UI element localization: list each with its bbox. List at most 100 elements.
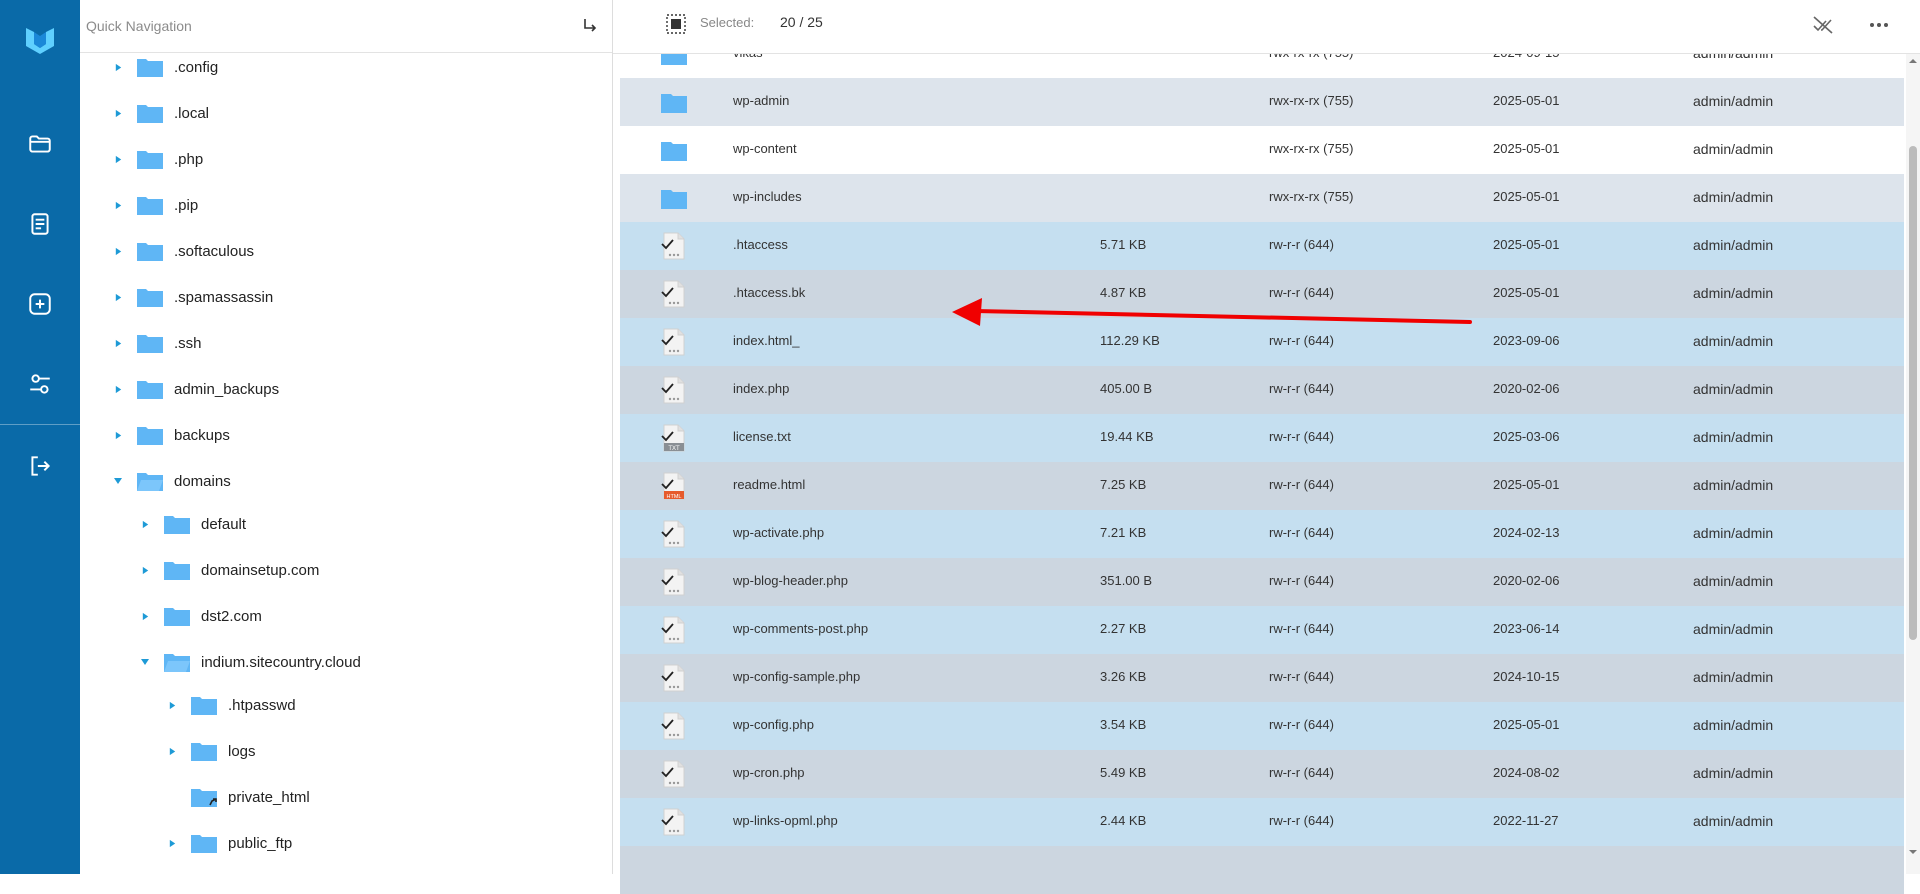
- caret-right-icon[interactable]: [112, 199, 124, 211]
- caret-right-icon[interactable]: [139, 564, 151, 576]
- settings-button[interactable]: [0, 354, 80, 414]
- file-name: wp-activate.php: [733, 525, 825, 540]
- file-row[interactable]: wp-content rwx-rx-rx (755) 2025-05-01 admin…: [620, 126, 1904, 174]
- file-size: 405.00 B: [1100, 381, 1153, 396]
- deselect-all-icon[interactable]: [1811, 13, 1835, 37]
- file-date: 2024-08-02: [1493, 765, 1560, 780]
- file-row[interactable]: [620, 846, 1904, 894]
- tree-item[interactable]: .spamassassin: [112, 282, 273, 312]
- file-name: wp-includes: [733, 189, 802, 204]
- rail-divider: [0, 424, 80, 425]
- tree-item[interactable]: public_ftp: [166, 828, 292, 858]
- file-manager-button[interactable]: [0, 114, 80, 174]
- caret-right-icon[interactable]: [112, 245, 124, 257]
- file-name: wp-config-sample.php: [733, 669, 861, 684]
- file-row[interactable]: wp-links-opml.php 2.44 KB rw-r-r (644) 2022…: [620, 798, 1904, 846]
- file-owner: admin/admin: [1693, 765, 1774, 781]
- folder-icon: [661, 190, 687, 209]
- tree-item[interactable]: admin_backups: [112, 374, 279, 404]
- file-row[interactable]: wp-config.php 3.54 KB rw-r-r (644) 2025-05-…: [620, 702, 1904, 750]
- documents-button[interactable]: [0, 194, 80, 254]
- folder-icon: [136, 424, 164, 446]
- caret-down-icon[interactable]: [112, 475, 124, 487]
- file-row[interactable]: wp-comments-post.php 2.27 KB rw-r-r (644) 2…: [620, 606, 1904, 654]
- file-name: wp-cron.php: [733, 765, 805, 780]
- tree-item-label: dst2.com: [201, 607, 262, 625]
- file-name: wp-blog-header.php: [733, 573, 848, 588]
- quick-navigation-panel: Quick Navigation .config .local .php .pip .s…: [80, 0, 613, 874]
- tree-item[interactable]: .config: [112, 52, 218, 82]
- file-permissions: rw-r-r (644): [1269, 285, 1334, 300]
- scroll-down-arrow-icon[interactable]: [1909, 848, 1917, 856]
- caret-right-icon[interactable]: [139, 518, 151, 530]
- quick-navigation-title: Quick Navigation: [86, 18, 192, 34]
- tree-item[interactable]: .php: [112, 144, 203, 174]
- plus-square-icon: [29, 293, 51, 315]
- file-type-icon: [660, 280, 688, 308]
- file-row[interactable]: index.php 405.00 B rw-r-r (644) 2020-02-06 a…: [620, 366, 1904, 414]
- folder-icon: [190, 832, 218, 854]
- file-size: 351.00 B: [1100, 573, 1153, 588]
- file-row[interactable]: .htaccess.bk 4.87 KB rw-r-r (644) 2025-05-0…: [620, 270, 1904, 318]
- tree-item[interactable]: backups: [112, 420, 230, 450]
- file-icon: [661, 616, 685, 644]
- file-row[interactable]: wp-blog-header.php 351.00 B rw-r-r (644) 20…: [620, 558, 1904, 606]
- caret-right-icon[interactable]: [112, 429, 124, 441]
- file-row[interactable]: wp-cron.php 5.49 KB rw-r-r (644) 2024-08-02…: [620, 750, 1904, 798]
- file-row[interactable]: wp-config-sample.php 3.26 KB rw-r-r (644) 2…: [620, 654, 1904, 702]
- logo-icon[interactable]: [22, 22, 58, 58]
- more-options-icon[interactable]: [1867, 13, 1891, 37]
- file-row[interactable]: wp-activate.php 7.21 KB rw-r-r (644) 2024-0…: [620, 510, 1904, 558]
- tree-item-label: .ssh: [174, 334, 202, 352]
- caret-right-icon[interactable]: [112, 153, 124, 165]
- tree-item[interactable]: indium.sitecountry.cloud: [139, 647, 361, 677]
- logout-button[interactable]: [0, 436, 80, 496]
- tree-item-label: .local: [174, 104, 210, 122]
- file-date: 2025-05-01: [1493, 717, 1560, 732]
- file-name: .htaccess: [733, 237, 788, 252]
- file-type-icon: [660, 376, 688, 404]
- file-permissions: rw-r-r (644): [1269, 525, 1334, 540]
- caret-down-icon[interactable]: [139, 656, 151, 668]
- file-icon: [661, 808, 685, 836]
- create-button[interactable]: [0, 274, 80, 334]
- go-to-arrow-icon[interactable]: [580, 16, 600, 36]
- file-row[interactable]: TXT license.txt 19.44 KB rw-r-r (644) 2025-0…: [620, 414, 1904, 462]
- file-permissions: rwx-rx-rx (755): [1269, 141, 1354, 156]
- caret-right-icon[interactable]: [112, 61, 124, 73]
- tree-item[interactable]: private_html: [166, 782, 310, 812]
- tree-item[interactable]: .pip: [112, 190, 198, 220]
- tree-item[interactable]: domainsetup.com: [139, 555, 319, 585]
- file-list-scrollbar[interactable]: [1906, 54, 1920, 874]
- caret-right-icon[interactable]: [112, 337, 124, 349]
- file-row[interactable]: HTML readme.html 7.25 KB rw-r-r (644) 2025-0…: [620, 462, 1904, 510]
- tree-item[interactable]: .local: [112, 98, 209, 128]
- folder-icon: [136, 102, 164, 124]
- caret-right-icon[interactable]: [166, 699, 178, 711]
- file-owner: admin/admin: [1693, 429, 1774, 445]
- tree-item[interactable]: logs: [166, 736, 256, 766]
- file-icon: [661, 664, 685, 692]
- scroll-up-arrow-icon[interactable]: [1909, 57, 1917, 65]
- file-row[interactable]: .htaccess 5.71 KB rw-r-r (644) 2025-05-01 ad…: [620, 222, 1904, 270]
- caret-right-icon[interactable]: [139, 610, 151, 622]
- file-row[interactable]: wp-admin rwx-rx-rx (755) 2025-05-01 admin/a…: [620, 78, 1904, 126]
- tree-item[interactable]: dst2.com: [139, 601, 262, 631]
- caret-right-icon[interactable]: [166, 837, 178, 849]
- folder-icon: [661, 142, 687, 161]
- tree-item[interactable]: domains: [112, 466, 231, 496]
- caret-right-icon[interactable]: [112, 291, 124, 303]
- caret-right-icon[interactable]: [112, 383, 124, 395]
- tree-item[interactable]: .softaculous: [112, 236, 254, 266]
- file-row[interactable]: index.html_ 112.29 KB rw-r-r (644) 2023-09-…: [620, 318, 1904, 366]
- caret-right-icon[interactable]: [112, 107, 124, 119]
- file-type-icon: [660, 328, 688, 356]
- select-all-icon[interactable]: [666, 14, 686, 34]
- file-row[interactable]: wp-includes rwx-rx-rx (755) 2025-05-01 admi…: [620, 174, 1904, 222]
- tree-item[interactable]: .htpasswd: [166, 690, 296, 720]
- file-date: 2025-03-06: [1493, 429, 1560, 444]
- tree-item[interactable]: default: [139, 509, 246, 539]
- caret-right-icon[interactable]: [166, 745, 178, 757]
- tree-item[interactable]: .ssh: [112, 328, 202, 358]
- scrollbar-thumb[interactable]: [1909, 146, 1917, 640]
